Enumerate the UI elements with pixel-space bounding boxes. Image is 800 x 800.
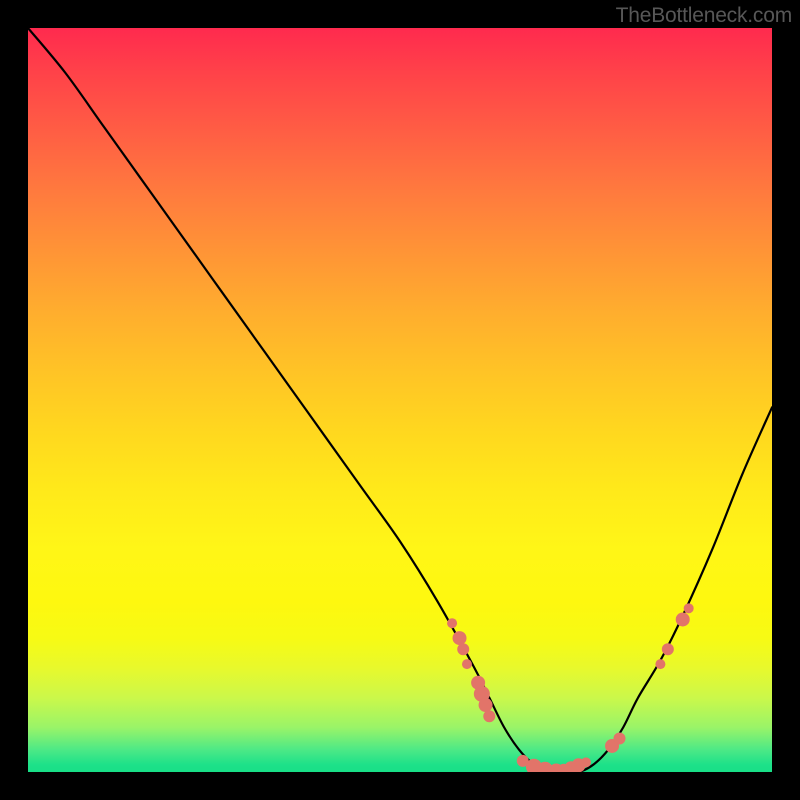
data-marker [684,603,694,613]
data-marker [479,698,493,712]
data-marker [662,643,674,655]
data-marker [581,757,591,767]
chart-container: TheBottleneck.com [0,0,800,800]
data-marker [676,612,690,626]
data-marker [655,659,665,669]
data-marker [462,659,472,669]
data-marker [483,710,495,722]
data-marker [453,631,467,645]
data-marker [613,733,625,745]
plot-svg [28,28,772,772]
data-marker [457,643,469,655]
watermark-text: TheBottleneck.com [616,4,792,28]
data-markers [447,603,694,772]
plot-area [28,28,772,772]
data-marker [447,618,457,628]
